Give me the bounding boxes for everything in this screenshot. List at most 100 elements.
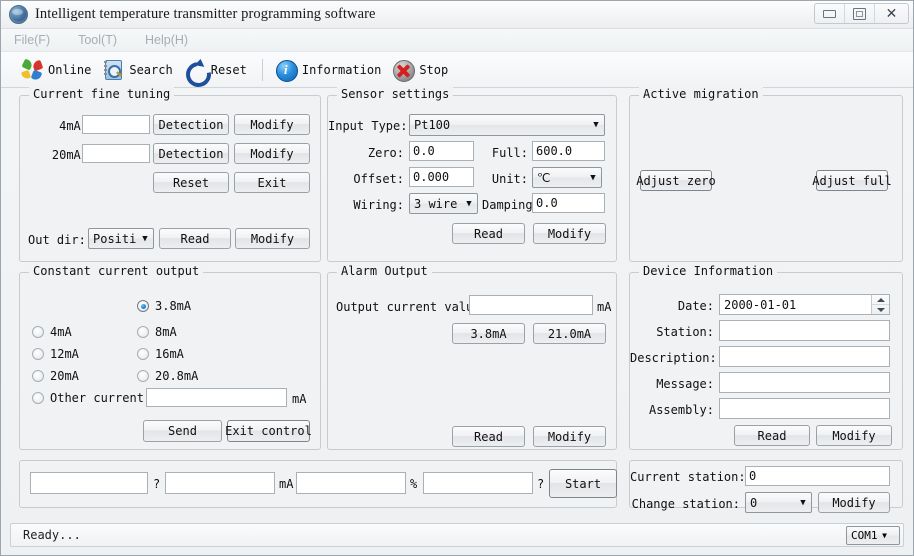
chevron-down-icon: ▼ [590, 172, 596, 183]
minimize-button[interactable] [815, 4, 845, 23]
radio-other-current[interactable]: Other current: [32, 391, 151, 405]
measure-unit-4: ? [537, 477, 545, 491]
menu-item-tool[interactable]: Tool(T) [75, 32, 120, 48]
input-date[interactable]: 2000-01-01 [719, 294, 890, 315]
radio-indicator [32, 370, 44, 382]
tool-bar: Online Search Reset i Information Stop [1, 52, 913, 92]
select-com-port[interactable]: COM1 ▼ [846, 526, 900, 545]
button-send[interactable]: Send [143, 420, 222, 442]
label-4ma: 4mA: [59, 119, 88, 133]
menu-bar: File(F) Tool(T) Help(H) [1, 29, 913, 52]
button-out-dir-read[interactable]: Read [159, 228, 231, 249]
radio-label-8ma: 8mA [155, 325, 177, 339]
input-20ma[interactable] [82, 144, 150, 163]
radio-20-8ma[interactable]: 20.8mA [137, 369, 198, 383]
select-com-port-value: COM1 [851, 529, 878, 542]
measure-field-2[interactable] [165, 472, 275, 494]
input-other-current[interactable] [146, 388, 287, 407]
toolbar-label-reset: Reset [210, 62, 247, 77]
radio-16ma[interactable]: 16mA [137, 347, 184, 361]
input-zero[interactable] [409, 141, 474, 161]
measure-field-1[interactable] [30, 472, 148, 494]
radio-label-20ma: 20mA [50, 369, 79, 383]
button-device-modify[interactable]: Modify [816, 425, 892, 446]
radio-indicator [137, 326, 149, 338]
select-out-dir-value: Positive [93, 231, 137, 246]
toolbar-button-reset[interactable]: Reset [180, 55, 256, 92]
input-damping[interactable] [532, 193, 605, 213]
button-exit-control[interactable]: Exit control [225, 420, 312, 442]
input-output-current-value[interactable] [469, 295, 593, 315]
input-4ma[interactable] [82, 115, 150, 134]
label-output-current-value: Output current value: [336, 300, 488, 314]
select-change-station-value: 0 [750, 495, 758, 510]
group-legend-sensor-settings: Sensor settings [337, 87, 454, 101]
toolbar-label-information: Information [301, 62, 382, 77]
button-alarm-preset-high[interactable]: 21.0mA [533, 323, 606, 344]
input-full[interactable] [532, 141, 605, 161]
group-station-bar: Current station: Change station: 0 ▼ Mod… [629, 460, 903, 513]
button-alarm-modify[interactable]: Modify [533, 426, 606, 447]
measure-field-3[interactable] [296, 472, 406, 494]
select-input-type[interactable]: Pt100 ▼ [409, 114, 605, 136]
label-out-dir: Out dir: [28, 233, 86, 247]
select-change-station[interactable]: 0 ▼ [745, 492, 812, 513]
select-wiring[interactable]: 3 wire ▼ [409, 193, 478, 214]
radio-3-8ma[interactable]: 3.8mA [137, 299, 191, 313]
button-out-dir-modify[interactable]: Modify [235, 228, 310, 249]
spinner-up-icon[interactable] [872, 295, 889, 305]
button-adjust-zero[interactable]: Adjust zero [636, 170, 716, 191]
select-out-dir[interactable]: Positive ▼ [88, 228, 154, 249]
button-20ma-detection[interactable]: Detection [153, 143, 229, 164]
button-device-read[interactable]: Read [734, 425, 810, 446]
group-legend-active-migration: Active migration [639, 87, 763, 101]
application-window: Intelligent temperature transmitter prog… [0, 0, 914, 556]
button-alarm-read[interactable]: Read [452, 426, 525, 447]
button-fine-tuning-exit[interactable]: Exit [234, 172, 310, 193]
close-button[interactable]: ✕ [875, 4, 908, 23]
group-legend-alarm-output: Alarm Output [337, 264, 432, 278]
button-start[interactable]: Start [549, 469, 617, 498]
radio-4ma[interactable]: 4mA [32, 325, 72, 339]
toolbar-label-online: Online [48, 62, 92, 77]
radio-8ma[interactable]: 8mA [137, 325, 177, 339]
menu-item-help[interactable]: Help(H) [142, 32, 191, 48]
date-spinner[interactable] [871, 295, 889, 314]
input-station[interactable] [719, 320, 890, 341]
input-current-station[interactable] [745, 466, 890, 486]
button-alarm-preset-low[interactable]: 3.8mA [452, 323, 525, 344]
button-sensor-read[interactable]: Read [452, 223, 525, 244]
button-fine-tuning-reset[interactable]: Reset [153, 172, 229, 193]
button-sensor-modify[interactable]: Modify [533, 223, 606, 244]
radio-20ma[interactable]: 20mA [32, 369, 79, 383]
button-20ma-modify[interactable]: Modify [234, 143, 310, 164]
input-description[interactable] [719, 346, 890, 367]
information-icon: i [275, 59, 298, 82]
toolbar-button-search[interactable]: Search [100, 55, 181, 84]
button-station-modify[interactable]: Modify [818, 492, 890, 513]
button-adjust-full[interactable]: Adjust full [812, 170, 892, 191]
toolbar-label-stop: Stop [419, 62, 449, 77]
measure-unit-1: ? [153, 477, 161, 491]
input-message[interactable] [719, 372, 890, 393]
measure-field-4[interactable] [423, 472, 533, 494]
input-assembly[interactable] [719, 398, 890, 419]
toolbar-button-stop[interactable]: Stop [390, 55, 457, 84]
radio-indicator [137, 348, 149, 360]
status-text: Ready... [23, 528, 81, 542]
select-unit[interactable]: ℃ ▼ [532, 167, 602, 188]
button-4ma-detection[interactable]: Detection [153, 114, 229, 135]
select-input-type-value: Pt100 [414, 118, 451, 132]
maximize-button[interactable] [845, 4, 875, 23]
radio-indicator [32, 392, 44, 404]
group-legend-current-fine-tuning: Current fine tuning [29, 87, 175, 101]
reset-icon [180, 56, 216, 92]
spinner-down-icon[interactable] [872, 305, 889, 314]
toolbar-button-information[interactable]: i Information [273, 55, 390, 84]
toolbar-button-online[interactable]: Online [19, 55, 100, 84]
menu-item-file[interactable]: File(F) [11, 32, 53, 48]
input-offset[interactable] [409, 167, 474, 187]
button-4ma-modify[interactable]: Modify [234, 114, 310, 135]
app-globe-icon [9, 5, 28, 24]
radio-12ma[interactable]: 12mA [32, 347, 79, 361]
